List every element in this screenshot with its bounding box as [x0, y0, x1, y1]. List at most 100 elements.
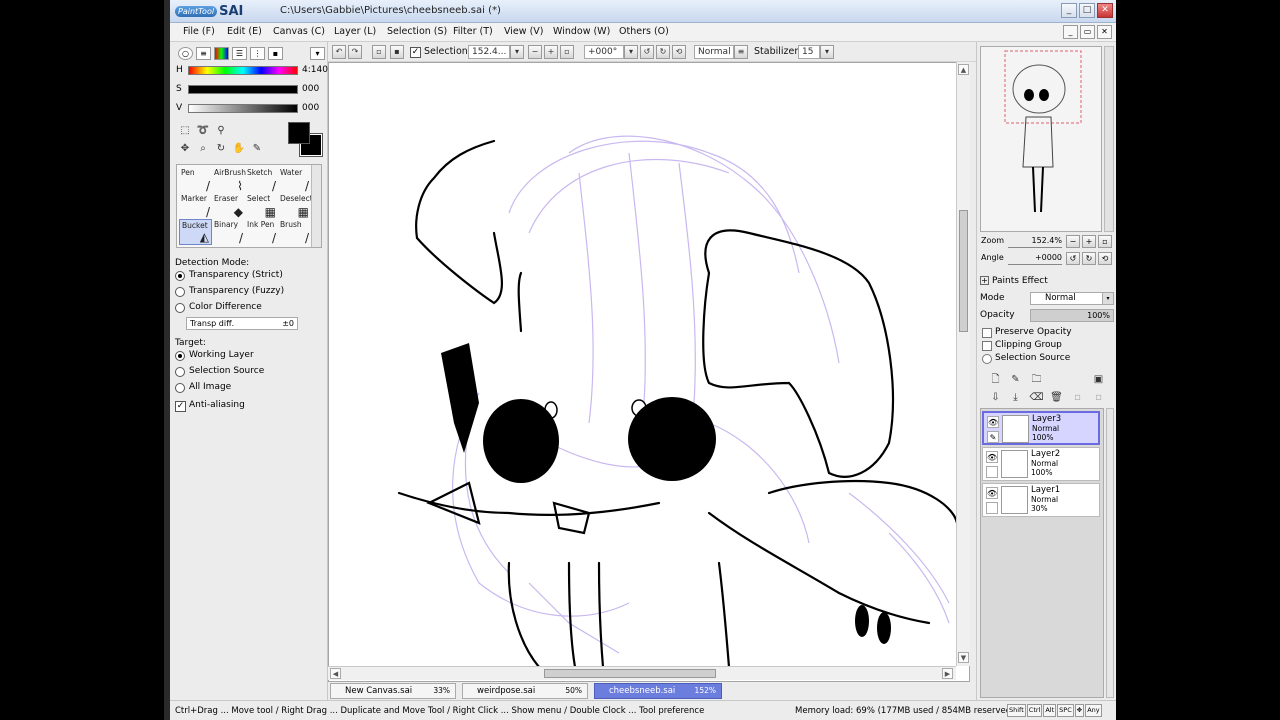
transp-diff-slider[interactable]: Transp diff. ±0: [186, 317, 298, 330]
layer-list-scrollbar[interactable]: [1106, 408, 1114, 698]
brush-pen[interactable]: Pen /: [179, 167, 212, 193]
stabilizer-field[interactable]: 15: [798, 45, 820, 59]
delete-layer-icon[interactable]: 🗑: [1049, 390, 1064, 405]
radio-color-difference[interactable]: Color Difference: [175, 302, 325, 316]
eyedropper-icon[interactable]: ✎: [250, 142, 264, 156]
swatches-icon[interactable]: ☰: [232, 47, 247, 60]
rotation-dropdown-icon[interactable]: ▾: [624, 45, 638, 59]
blend-mode-field[interactable]: Normal: [694, 45, 734, 59]
close-button[interactable]: ✕: [1097, 3, 1113, 18]
paints-effect-toggle[interactable]: + Paints Effect: [980, 276, 1048, 286]
scroll-down-icon[interactable]: ▼: [958, 652, 969, 663]
doc-minimize-button[interactable]: _: [1063, 25, 1078, 39]
saturation-bar[interactable]: [188, 85, 298, 94]
antialiasing-check[interactable]: ✓: [175, 401, 186, 412]
nav-zoom-slider[interactable]: [1008, 247, 1062, 248]
menu-layer[interactable]: Layer (L): [334, 26, 376, 37]
visibility-eye-icon[interactable]: 👁: [986, 487, 998, 499]
layer-item-layer2[interactable]: 👁 Layer2 Normal 100%: [982, 447, 1100, 481]
key-any[interactable]: Any: [1085, 704, 1102, 717]
rgb-sliders-icon[interactable]: ≡: [196, 47, 211, 60]
menu-file[interactable]: File (F): [183, 26, 215, 37]
scroll-left-icon[interactable]: ◀: [330, 668, 341, 679]
doc-restore-button[interactable]: ▭: [1080, 25, 1095, 39]
hue-bar[interactable]: [188, 66, 298, 75]
brush-sketch[interactable]: Sketch /: [245, 167, 278, 193]
vertical-scroll-thumb[interactable]: [959, 210, 968, 332]
brush-grid-scrollbar[interactable]: [311, 165, 321, 247]
brush-marker[interactable]: Marker /: [179, 193, 212, 219]
visibility-eye-icon[interactable]: 👁: [987, 416, 999, 428]
merge-down-icon[interactable]: ⤓: [1008, 390, 1023, 405]
drawing-canvas[interactable]: [328, 62, 970, 682]
move-icon[interactable]: ✥: [178, 142, 192, 156]
key-move-icon[interactable]: ✥: [1074, 704, 1085, 717]
selection-source-toggle[interactable]: Selection Source: [980, 353, 1114, 366]
key-shift[interactable]: Shift: [1007, 704, 1026, 717]
new-folder-icon[interactable]: 🗀: [1029, 372, 1044, 387]
tab-weirdpose[interactable]: weirdpose.sai 50%: [462, 683, 588, 699]
radio-transparency-strict[interactable]: Transparency (Strict): [175, 270, 325, 284]
maximize-button[interactable]: □: [1079, 3, 1095, 18]
menu-canvas[interactable]: Canvas (C): [273, 26, 325, 37]
zoom-dropdown-icon[interactable]: ▾: [510, 45, 524, 59]
nav-rotate-cw-button[interactable]: ↻: [1082, 252, 1096, 265]
navigator-scrollbar[interactable]: [1104, 46, 1114, 232]
rotate-ccw-button[interactable]: ↺: [640, 45, 654, 59]
new-linework-layer-icon[interactable]: ✎: [1008, 372, 1023, 387]
zoom-field[interactable]: 152.4...: [468, 45, 510, 59]
clipping-group-checkbox[interactable]: Clipping Group: [980, 340, 1114, 353]
brush-ink-pen[interactable]: Ink Pen /: [245, 219, 278, 245]
hsv-sliders-icon[interactable]: [214, 47, 229, 60]
value-bar[interactable]: [188, 104, 298, 113]
brush-binary[interactable]: Binary /: [212, 219, 245, 245]
mode-select[interactable]: Normal ▾: [1030, 292, 1114, 305]
menu-window[interactable]: Window (W): [553, 26, 610, 37]
layer-mask-icon[interactable]: ▣: [1091, 372, 1106, 387]
rotate-reset-button[interactable]: ⟲: [672, 45, 686, 59]
zoom-in-button[interactable]: +: [544, 45, 558, 59]
radio-box[interactable]: [982, 354, 992, 364]
zoom-icon[interactable]: ⌕: [196, 142, 210, 156]
rotation-field[interactable]: +000°: [584, 45, 624, 59]
radio-all-image[interactable]: All Image: [175, 382, 325, 396]
horizontal-scroll-thumb[interactable]: [544, 669, 716, 678]
key-alt[interactable]: Alt: [1043, 704, 1057, 717]
rotate-icon[interactable]: ↻: [214, 142, 228, 156]
layer-item-layer3[interactable]: 👁 ✎ Layer3 Normal 100%: [982, 411, 1100, 445]
panel-dropdown-icon[interactable]: ▾: [310, 47, 325, 60]
nav-angle-value[interactable]: +0000: [1020, 253, 1062, 262]
rect-select-icon[interactable]: ⬚: [178, 124, 192, 138]
transfer-down-icon[interactable]: ⇩: [988, 390, 1003, 405]
brush-select[interactable]: Select ▦: [245, 193, 278, 219]
checkbox-box[interactable]: [982, 328, 992, 338]
stabilizer-dropdown-icon[interactable]: ▾: [820, 45, 834, 59]
scratchpad-icon[interactable]: ⋮: [250, 47, 265, 60]
nav-angle-slider[interactable]: [1008, 264, 1062, 265]
zoom-reset-button[interactable]: ▫: [560, 45, 574, 59]
menu-others[interactable]: Others (O): [619, 26, 669, 37]
preserve-opacity-checkbox[interactable]: Preserve Opacity: [980, 327, 1114, 340]
nav-rotate-reset-button[interactable]: ⟲: [1098, 252, 1112, 265]
rotate-cw-button[interactable]: ↻: [656, 45, 670, 59]
invert-selection-button[interactable]: ▪: [390, 45, 404, 59]
canvas-horizontal-scrollbar[interactable]: ◀ ▶: [328, 666, 956, 680]
nav-zoom-out-button[interactable]: −: [1066, 235, 1080, 248]
saturation-slider[interactable]: S 000: [176, 84, 326, 96]
radio-selection-source[interactable]: Selection Source: [175, 366, 325, 380]
edit-pen-icon[interactable]: ✎: [987, 431, 999, 443]
delete-mask-icon[interactable]: ▫: [1091, 390, 1106, 405]
deselect-button[interactable]: ▫: [372, 45, 386, 59]
blend-mode-dropdown-icon[interactable]: ≡: [734, 45, 748, 59]
brush-water[interactable]: Water /: [278, 167, 311, 193]
magic-wand-icon[interactable]: ⚲: [214, 124, 228, 138]
zoom-out-button[interactable]: −: [528, 45, 542, 59]
menu-filter[interactable]: Filter (T): [453, 26, 493, 37]
value-slider[interactable]: V 000: [176, 103, 326, 115]
menu-edit[interactable]: Edit (E): [227, 26, 262, 37]
key-space[interactable]: SPC: [1057, 704, 1074, 717]
radio-transparency-fuzzy[interactable]: Transparency (Fuzzy): [175, 286, 325, 300]
nav-rotate-ccw-button[interactable]: ↺: [1066, 252, 1080, 265]
nav-zoom-value[interactable]: 152.4%: [1020, 236, 1062, 245]
visibility-eye-icon[interactable]: 👁: [986, 451, 998, 463]
